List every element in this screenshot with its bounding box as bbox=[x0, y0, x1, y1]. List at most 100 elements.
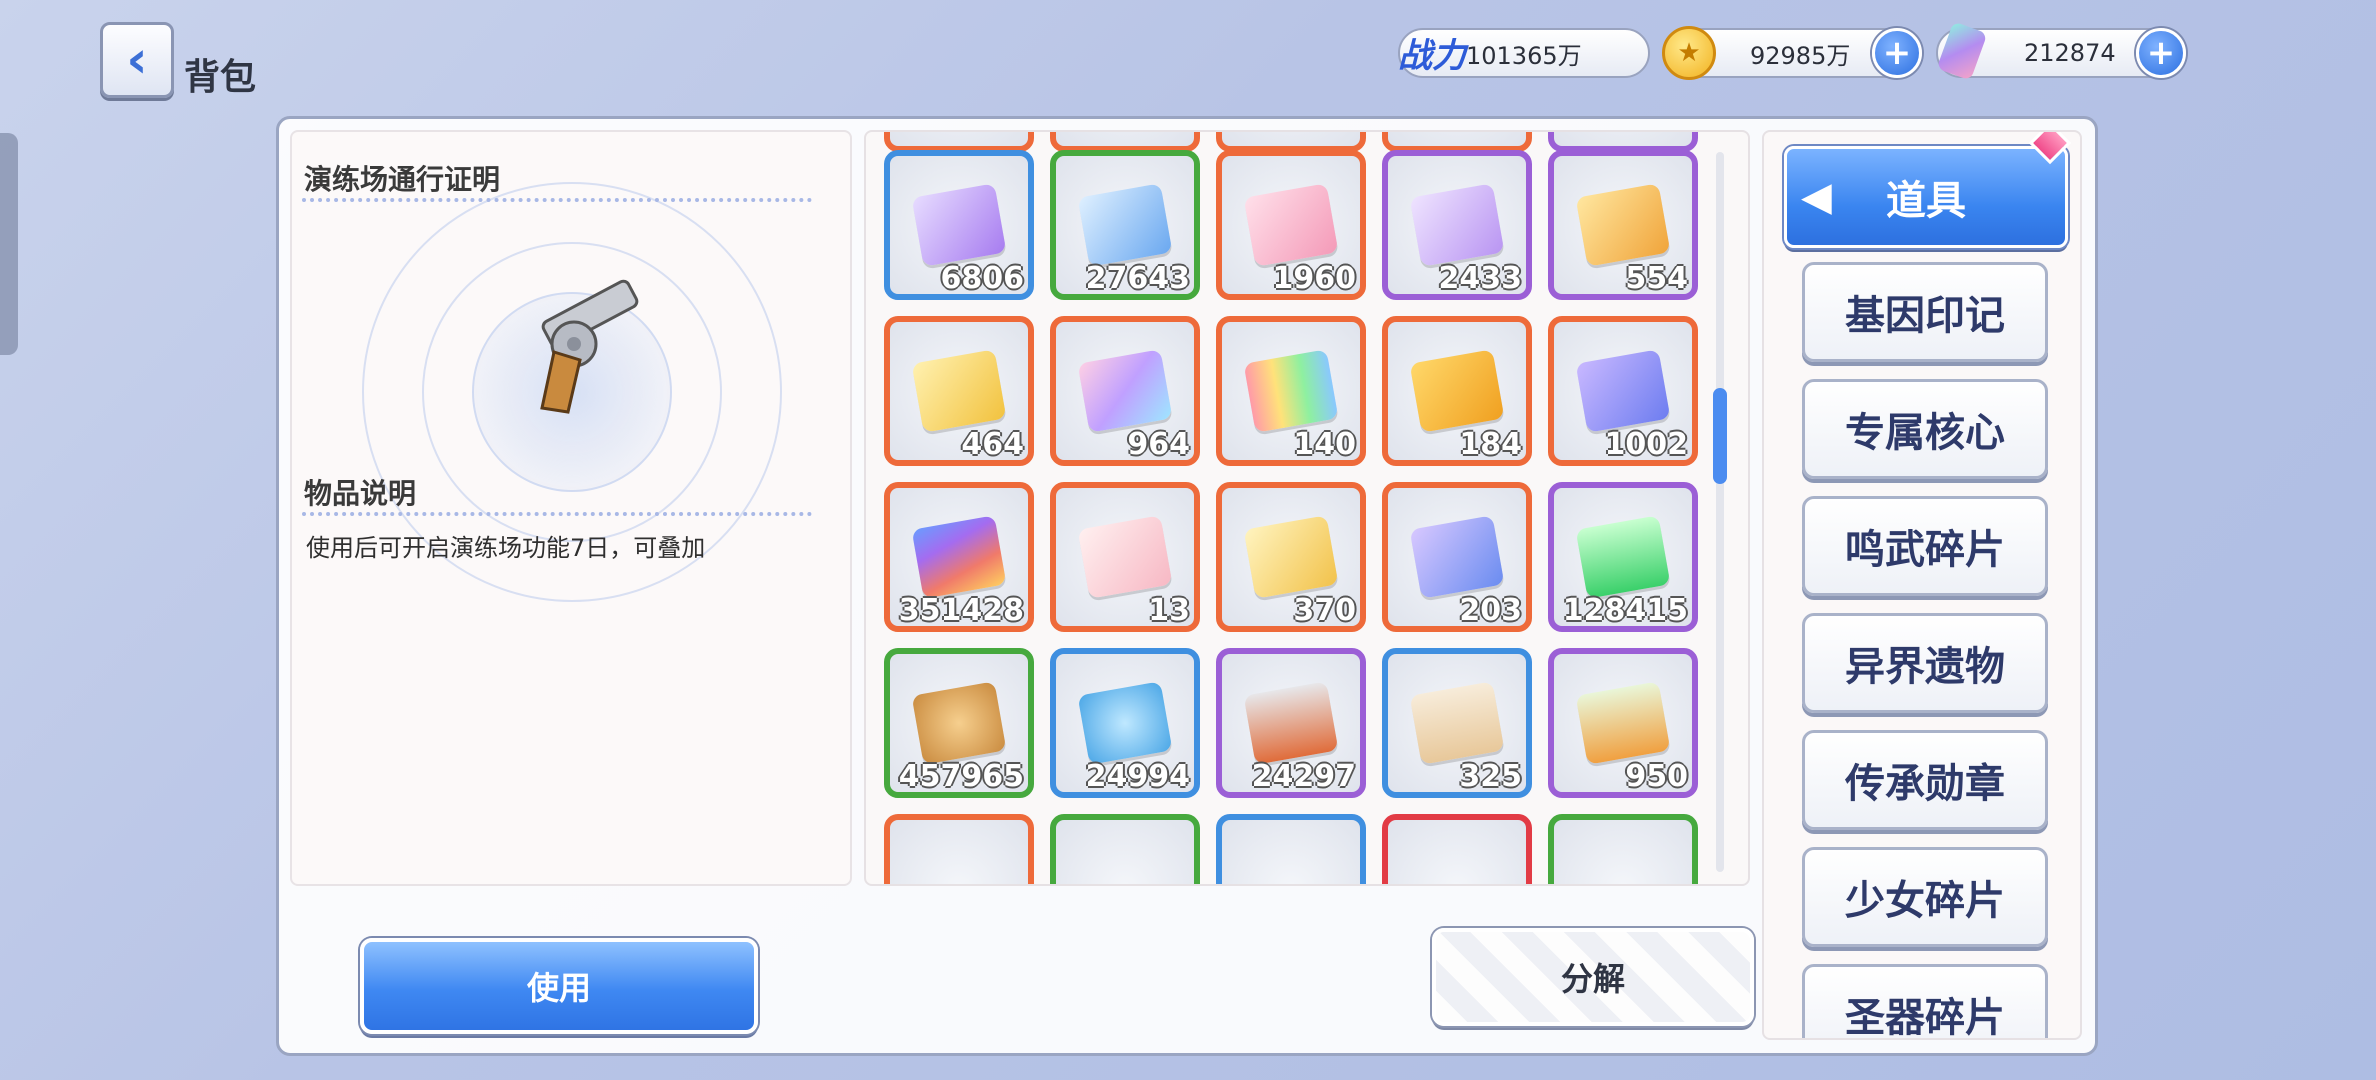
crystal-gem-icon bbox=[1936, 21, 1988, 81]
inventory-item-card-sparkle-gold[interactable]: 464 bbox=[884, 316, 1034, 466]
side-drawer-handle[interactable] bbox=[0, 133, 18, 355]
chevron-left-icon: ◀ bbox=[1801, 174, 1832, 220]
inventory-item-card-dna-rainbow[interactable]: 964 bbox=[1050, 316, 1200, 466]
can-food-icon bbox=[1243, 681, 1339, 765]
inventory-item-candy-blue[interactable]: 24994 bbox=[1050, 648, 1200, 798]
item-count: 457965 bbox=[898, 759, 1024, 794]
item-count: 370 bbox=[1293, 593, 1356, 628]
power-icon: 战力 bbox=[1398, 36, 1466, 76]
card-star-gold-icon bbox=[1243, 515, 1339, 599]
item-count: 1960 bbox=[1272, 261, 1357, 296]
category-tab-3[interactable]: 异界遗物 bbox=[1802, 613, 2048, 713]
inventory-item-can-food[interactable]: 24297 bbox=[1216, 648, 1366, 798]
potion-green-icon bbox=[1575, 515, 1671, 599]
inventory-item-card-sword-gold[interactable]: 184 bbox=[1382, 316, 1532, 466]
item-count: 140 bbox=[1293, 427, 1356, 462]
power-display: 战力 101365万 bbox=[1398, 28, 1650, 78]
crystal-rainbow-icon bbox=[911, 515, 1007, 599]
crystal-statue-blue-icon bbox=[1077, 183, 1173, 267]
inventory-item-card-dna-gold[interactable]: 554 bbox=[1548, 150, 1698, 300]
card-dna-gold-icon bbox=[1575, 183, 1671, 267]
inventory-item-potion-green[interactable]: 128415 bbox=[1548, 482, 1698, 632]
gem-value: 212874 bbox=[2024, 39, 2116, 67]
item-name: 演练场通行证明 bbox=[304, 163, 501, 196]
ticket-cake-pink-icon bbox=[1077, 515, 1173, 599]
card-sword-purple-icon bbox=[1575, 349, 1671, 433]
category-tab-6[interactable]: 圣器碎片 bbox=[1802, 964, 2048, 1038]
inventory-item-crystal-statue-blue[interactable]: 27643 bbox=[1050, 150, 1200, 300]
item-description: 使用后可开启演练场功能7日，可叠加 bbox=[306, 534, 706, 562]
item-count: 950 bbox=[1625, 759, 1688, 794]
item-count: 24297 bbox=[1251, 759, 1356, 794]
page-title: 背包 bbox=[184, 57, 257, 98]
revolver-icon bbox=[540, 279, 639, 414]
item-detail-panel: 演练场通行证明 物品说明 使用后可开启演练场功能7日，可叠加 bbox=[290, 130, 852, 886]
category-tab-1[interactable]: 专属核心 bbox=[1802, 379, 2048, 479]
inventory-item-partial[interactable] bbox=[1548, 814, 1698, 884]
category-tab-0[interactable]: 基因印记 bbox=[1802, 262, 2048, 362]
category-tab-2[interactable]: 鸣武碎片 bbox=[1802, 496, 2048, 596]
inventory-grid: 6806 27643 1960 2433 554 464 964 140 184 1002 3514… bbox=[864, 130, 1750, 886]
grid-scrollbar[interactable] bbox=[1713, 152, 1727, 872]
divider bbox=[302, 512, 812, 516]
gold-value: 92985万 bbox=[1750, 41, 1851, 70]
inventory-item-partial[interactable] bbox=[1050, 814, 1200, 884]
inventory-item-ticket-rainbow[interactable]: 140 bbox=[1216, 316, 1366, 466]
category-tab-5[interactable]: 少女碎片 bbox=[1802, 847, 2048, 947]
chevron-left-icon: ‹ bbox=[126, 30, 148, 90]
inventory-item-partial[interactable] bbox=[884, 132, 1034, 152]
card-sparkle-gold-icon bbox=[911, 349, 1007, 433]
cookie-icon bbox=[911, 681, 1007, 765]
add-gem-button[interactable]: + bbox=[2136, 28, 2186, 78]
scrollbar-thumb[interactable] bbox=[1713, 388, 1727, 484]
description-heading: 物品说明 bbox=[304, 477, 417, 510]
item-count: 2433 bbox=[1438, 261, 1523, 296]
inventory-item-carrot-bag[interactable]: 950 bbox=[1548, 648, 1698, 798]
ticket-smile-purple-icon bbox=[1409, 183, 1505, 267]
category-selected-label: 道具 bbox=[1886, 178, 1966, 224]
inventory-item-crystal-rainbow[interactable]: 351428 bbox=[884, 482, 1034, 632]
inventory-item-card-sword-purple[interactable]: 1002 bbox=[1548, 316, 1698, 466]
category-tab-4[interactable]: 传承勋章 bbox=[1802, 730, 2048, 830]
carrot-bag-icon bbox=[1575, 681, 1671, 765]
inventory-item-partial[interactable] bbox=[1216, 814, 1366, 884]
add-gold-button[interactable]: + bbox=[1872, 28, 1922, 78]
item-count: 27643 bbox=[1085, 261, 1190, 296]
card-star-blue-icon bbox=[1409, 515, 1505, 599]
use-button[interactable]: 使用 bbox=[360, 938, 758, 1034]
inventory-item-partial[interactable] bbox=[1050, 132, 1200, 152]
inventory-item-partial[interactable] bbox=[1382, 814, 1532, 884]
inventory-item-ticket-smile-purple[interactable]: 2433 bbox=[1382, 150, 1532, 300]
item-count: 203 bbox=[1459, 593, 1522, 628]
item-count: 1002 bbox=[1604, 427, 1689, 462]
gold-coin-icon: ★ bbox=[1662, 26, 1716, 80]
category-selected-tab[interactable]: ◀ 道具 bbox=[1784, 146, 2068, 248]
inventory-item-cookie[interactable]: 457965 bbox=[884, 648, 1034, 798]
ticket-rainbow-icon bbox=[1243, 349, 1339, 433]
decompose-button[interactable]: 分解 bbox=[1432, 928, 1754, 1026]
gem-display: 212874 + bbox=[1936, 21, 2186, 81]
inventory-item-crystal-statue-purple[interactable]: 6806 bbox=[884, 150, 1034, 300]
inventory-item-partial[interactable] bbox=[1548, 132, 1698, 152]
back-button[interactable]: ‹ bbox=[100, 22, 174, 98]
inventory-item-partial[interactable] bbox=[1216, 132, 1366, 152]
item-count: 325 bbox=[1459, 759, 1522, 794]
inventory-item-food-bag[interactable]: 325 bbox=[1382, 648, 1532, 798]
divider bbox=[302, 198, 812, 202]
inventory-item-card-star-gold[interactable]: 370 bbox=[1216, 482, 1366, 632]
item-count: 464 bbox=[961, 427, 1024, 462]
inventory-item-ticket-cake-pink[interactable]: 13 bbox=[1050, 482, 1200, 632]
item-count: 351428 bbox=[898, 593, 1024, 628]
item-count: 128415 bbox=[1562, 593, 1688, 628]
inventory-item-card-star-blue[interactable]: 203 bbox=[1382, 482, 1532, 632]
inventory-item-ticket-shirt-pink[interactable]: 1960 bbox=[1216, 150, 1366, 300]
inventory-item-partial[interactable] bbox=[884, 814, 1034, 884]
item-count: 13 bbox=[1148, 593, 1190, 628]
ticket-shirt-pink-icon bbox=[1243, 183, 1339, 267]
inventory-item-partial[interactable] bbox=[1382, 132, 1532, 152]
food-bag-icon bbox=[1409, 681, 1505, 765]
item-count: 184 bbox=[1459, 427, 1522, 462]
card-sword-gold-icon bbox=[1409, 349, 1505, 433]
item-count: 554 bbox=[1625, 261, 1688, 296]
gold-display: ★ 92985万 + bbox=[1662, 26, 1922, 80]
